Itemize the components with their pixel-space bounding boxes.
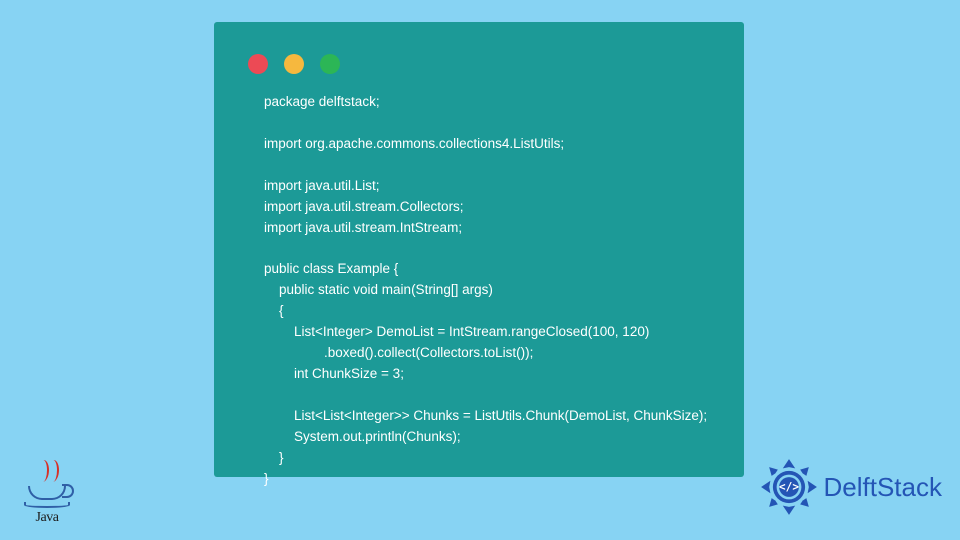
window-maximize-dot (320, 54, 340, 74)
java-label: Java (36, 510, 59, 526)
delftstack-label: DelftStack (824, 472, 943, 503)
traffic-lights (248, 54, 340, 74)
code-window: package delftstack; import org.apache.co… (214, 22, 744, 477)
window-minimize-dot (284, 54, 304, 74)
java-saucer-icon (24, 502, 70, 508)
java-cup-icon (28, 486, 66, 500)
window-close-dot (248, 54, 268, 74)
code-block: package delftstack; import org.apache.co… (264, 92, 714, 490)
delftstack-logo: </> DelftStack (758, 456, 943, 518)
delftstack-badge-icon: </> (758, 456, 820, 518)
java-steam-icon (33, 460, 61, 488)
svg-text:</>: </> (778, 481, 798, 494)
java-logo: Java (24, 460, 70, 526)
